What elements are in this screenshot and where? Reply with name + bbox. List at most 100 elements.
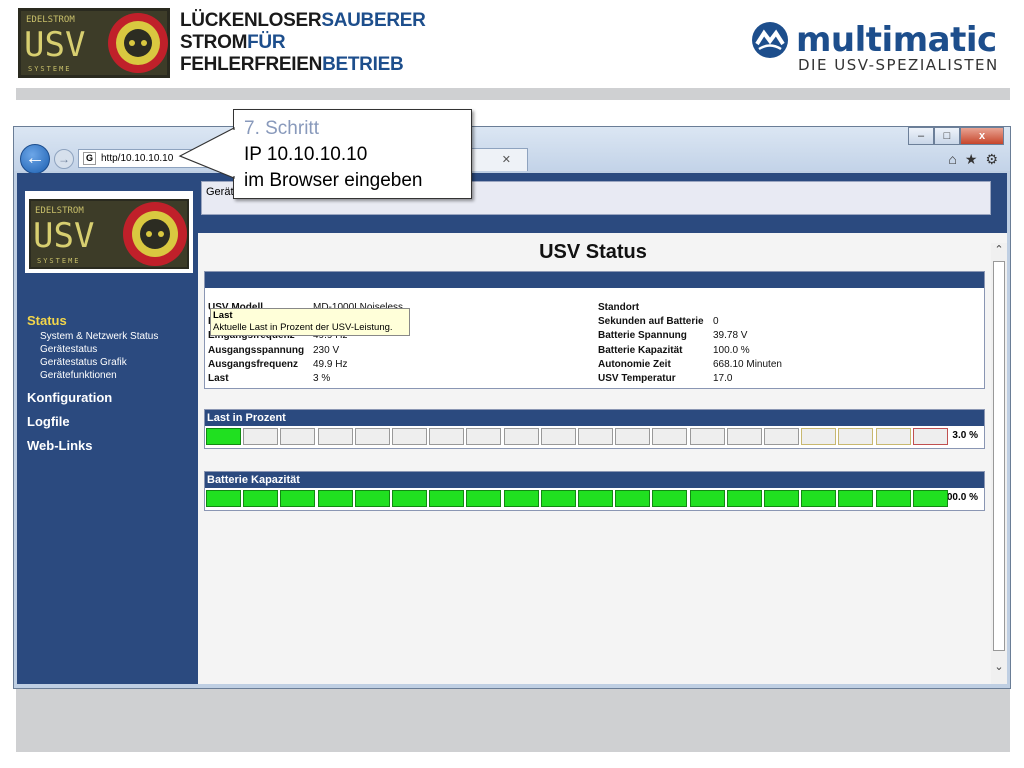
battery-panel-title: Batterie Kapazität xyxy=(205,472,984,488)
forward-arrow-icon: → xyxy=(58,152,70,166)
bar-segment xyxy=(540,490,576,507)
bar-segment xyxy=(801,428,837,445)
bar-segment xyxy=(578,428,613,445)
bar-segment xyxy=(838,428,874,445)
svg-text:USV: USV xyxy=(24,25,85,65)
bar-segment xyxy=(689,490,725,507)
info-right-label: Batterie Kapazität xyxy=(598,344,683,356)
bar-segment xyxy=(354,428,390,445)
svg-text:EDELSTROM: EDELSTROM xyxy=(35,206,84,216)
info-right-value: 39.78 V xyxy=(713,330,748,342)
tooltip-text: Aktuelle Last in Prozent der USV-Leistun… xyxy=(213,322,393,333)
status-panel-header xyxy=(205,272,984,288)
browser-toolbar: – □ x ← → G http/10.10.10.10 r ✕ ⌂ ★ ⚙ xyxy=(14,127,1010,174)
home-icon[interactable]: ⌂ xyxy=(948,151,956,168)
load-panel: Last in Prozent 3.0 % xyxy=(204,409,985,449)
minimize-button[interactable]: – xyxy=(908,127,934,145)
bar-segment xyxy=(429,428,465,445)
callout-ip: IP 10.10.10.10 xyxy=(244,144,368,165)
svg-text:EDELSTROM: EDELSTROM xyxy=(26,15,75,25)
battery-bar: 100.0 % xyxy=(205,488,984,510)
forward-button[interactable]: → xyxy=(54,149,74,169)
main-panel: Geräte USV Status USV ModellMD-1000I Noi… xyxy=(198,173,1007,684)
nav-geraetestatus[interactable]: Gerätestatus xyxy=(40,344,97,355)
nav-logfile[interactable]: Logfile xyxy=(27,414,70,429)
bar-segment xyxy=(503,428,539,445)
window-controls: – □ x xyxy=(908,127,1004,145)
page-content: EDELSTROM USV SYSTEME Status System & Ne… xyxy=(17,173,1007,684)
page-title: USV Status xyxy=(539,241,647,263)
site-icon: G xyxy=(83,152,96,165)
nav-status[interactable]: Status xyxy=(27,313,67,328)
bar-segment xyxy=(615,490,651,507)
info-right-label: Autonomie Zeit xyxy=(598,358,671,370)
bar-segment xyxy=(466,490,502,507)
usv-logo-sidebar: EDELSTROM USV SYSTEME xyxy=(25,191,193,273)
svg-text:USV: USV xyxy=(33,216,94,256)
battery-panel: Batterie Kapazität 100.0 % xyxy=(204,471,985,511)
bar-segment xyxy=(243,428,279,445)
info-left-value: 3 % xyxy=(313,373,331,384)
info-left-value: 230 V xyxy=(313,344,340,356)
main-body: USV Status USV ModellMD-1000I NoiselessE… xyxy=(198,233,1007,684)
info-right-label: USV Temperatur xyxy=(598,373,676,384)
bar-segment xyxy=(392,428,427,445)
slide-band xyxy=(16,100,1010,126)
slogan-line3-dark: FEHLERFREIEN xyxy=(180,54,323,75)
bar-segment xyxy=(838,490,874,507)
svg-text:SYSTEME: SYSTEME xyxy=(37,257,81,265)
callout-instruction: im Browser eingeben xyxy=(244,170,423,191)
bar-segment xyxy=(466,428,502,445)
bar-segment xyxy=(912,490,948,507)
info-right-value: 668.10 Minuten xyxy=(713,358,782,370)
info-right-value: 100.0 % xyxy=(713,344,750,356)
gear-icon[interactable]: ⚙ xyxy=(985,151,998,168)
bar-segment xyxy=(578,490,613,507)
bar-segment xyxy=(540,428,576,445)
bar-segment xyxy=(280,428,316,445)
tooltip: Last Aktuelle Last in Prozent der USV-Le… xyxy=(210,308,410,336)
info-right-label: Sekunden auf Batterie xyxy=(598,316,704,328)
info-left-label: Ausgangsfrequenz xyxy=(208,358,299,370)
info-left-label: Ausgangsspannung xyxy=(208,344,305,356)
slide-header: EDELSTROM USV SYSTEME LÜCKENLOSERSAUBERE… xyxy=(0,0,1024,86)
bar-segment xyxy=(429,490,465,507)
star-icon[interactable]: ★ xyxy=(965,151,978,168)
bar-segment xyxy=(392,490,427,507)
bar-segment xyxy=(652,428,688,445)
back-button[interactable]: ← xyxy=(20,144,50,174)
bar-segment xyxy=(615,428,651,445)
scroll-up-icon[interactable]: ⌃ xyxy=(991,243,1007,259)
slide: EDELSTROM USV SYSTEME LÜCKENLOSERSAUBERE… xyxy=(0,0,1024,768)
bar-segment xyxy=(206,428,241,445)
nav-geraetestatus-grafik[interactable]: Gerätestatus Grafik xyxy=(40,357,127,368)
back-arrow-icon: ← xyxy=(25,147,45,169)
nav-web-links[interactable]: Web-Links xyxy=(27,438,93,453)
slogan-line2-blue: FÜR xyxy=(247,32,286,53)
status-panel: USV ModellMD-1000I NoiselessEingangsspan… xyxy=(204,271,985,389)
nav-konfiguration[interactable]: Konfiguration xyxy=(27,390,112,405)
scroll-down-icon[interactable]: ⌄ xyxy=(991,660,1007,676)
bar-segment xyxy=(764,490,799,507)
brand-tagline: DIE USV-SPEZIALISTEN xyxy=(798,56,999,74)
address-text: http/10.10.10.10 xyxy=(101,153,174,164)
browser-window: – □ x ← → G http/10.10.10.10 r ✕ ⌂ ★ ⚙ xyxy=(13,126,1011,689)
bar-segment xyxy=(243,490,279,507)
slogan-line1-dark: LÜCKENLOSER xyxy=(180,10,322,31)
close-button[interactable]: x xyxy=(960,127,1004,145)
info-right-label: Standort xyxy=(598,302,640,313)
bar-segment xyxy=(689,428,725,445)
maximize-button[interactable]: □ xyxy=(934,127,960,145)
status-info-grid: USV ModellMD-1000I NoiselessEingangsspan… xyxy=(205,288,984,388)
info-left-value: 49.9 Hz xyxy=(313,358,348,370)
tab-close-icon[interactable]: ✕ xyxy=(502,149,511,171)
info-right-value: 17.0 xyxy=(713,373,733,384)
nav-system-network-status[interactable]: System & Netzwerk Status xyxy=(40,331,158,342)
scrollbar[interactable]: ⌃ ⌄ xyxy=(991,243,1007,684)
bar-segment xyxy=(726,428,762,445)
slogan-line1-blue: SAUBERER xyxy=(321,10,426,31)
slogan: LÜCKENLOSERSAUBERER STROMFÜR FEHLERFREIE… xyxy=(180,10,426,76)
nav-geraetefunktionen[interactable]: Gerätefunktionen xyxy=(40,370,117,381)
bar-segment xyxy=(317,428,353,445)
scroll-track[interactable] xyxy=(993,261,1005,651)
